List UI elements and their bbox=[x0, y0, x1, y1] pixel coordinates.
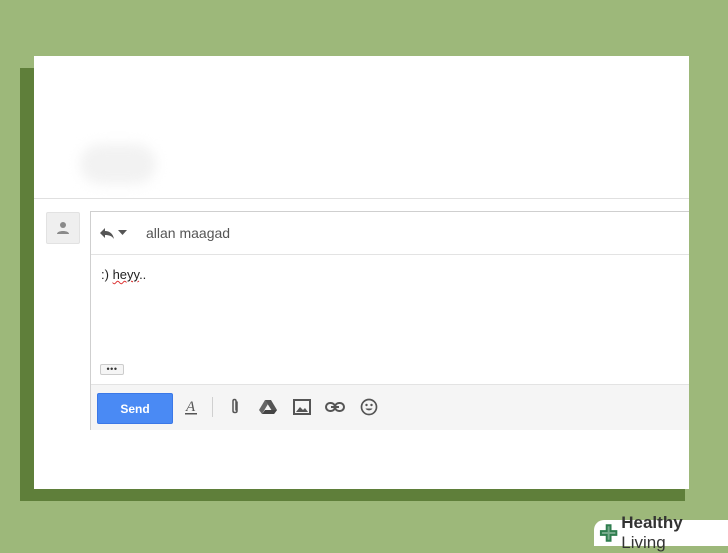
attach-icon[interactable] bbox=[224, 397, 246, 417]
message-body[interactable]: :) heyy.. bbox=[101, 267, 146, 282]
reply-icon bbox=[100, 228, 114, 239]
reply-type-dropdown[interactable] bbox=[99, 224, 129, 242]
blurred-content bbox=[80, 144, 156, 184]
reply-compose-box[interactable]: allan maagad :) heyy.. ••• Send A bbox=[90, 211, 689, 430]
person-icon bbox=[57, 222, 69, 234]
chevron-down-icon bbox=[118, 230, 127, 235]
watermark-brand-2: Living bbox=[621, 533, 666, 552]
divider bbox=[34, 198, 689, 199]
toolbar-separator bbox=[212, 397, 213, 417]
cross-logo-icon bbox=[599, 524, 618, 542]
healthy-living-watermark: Healthy Living bbox=[594, 513, 728, 552]
svg-text:A: A bbox=[185, 399, 196, 415]
avatar bbox=[46, 212, 80, 244]
recipient-name[interactable]: allan maagad bbox=[146, 225, 230, 241]
email-card: allan maagad :) heyy.. ••• Send A bbox=[34, 56, 689, 489]
format-text-icon[interactable]: A bbox=[180, 397, 202, 417]
show-trimmed-content-button[interactable]: ••• bbox=[100, 364, 124, 375]
misspelled-word: heyy bbox=[112, 267, 140, 282]
link-icon[interactable] bbox=[324, 397, 346, 417]
compose-header: allan maagad bbox=[91, 212, 689, 255]
photo-icon[interactable] bbox=[291, 397, 313, 417]
send-button[interactable]: Send bbox=[97, 393, 173, 424]
drive-icon[interactable] bbox=[257, 397, 279, 417]
body-prefix: :) bbox=[101, 267, 113, 282]
compose-toolbar: Send A bbox=[91, 384, 689, 430]
body-suffix: .. bbox=[139, 267, 147, 282]
emoji-icon[interactable] bbox=[358, 397, 380, 417]
watermark-text: Healthy Living bbox=[621, 513, 728, 553]
watermark-brand-1: Healthy bbox=[621, 513, 683, 532]
